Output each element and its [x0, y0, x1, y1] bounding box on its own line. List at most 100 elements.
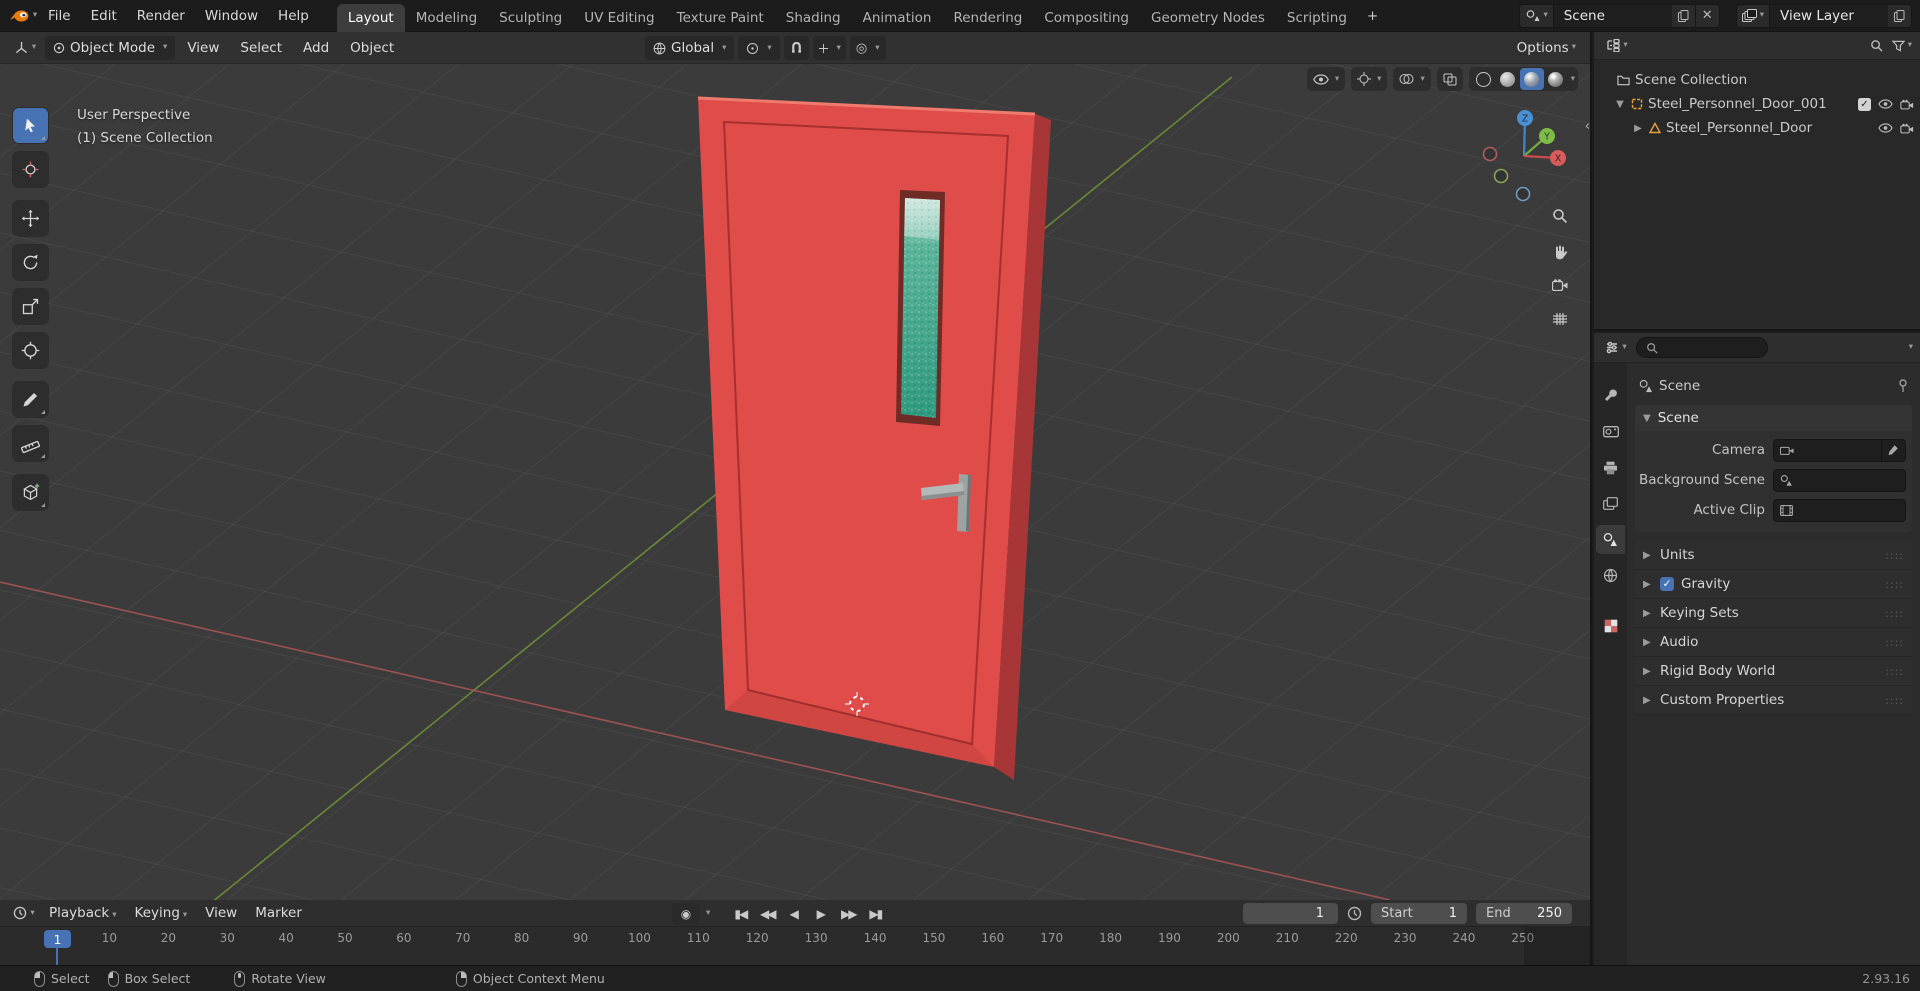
tab-render[interactable]: [1596, 417, 1625, 446]
snap-settings-dropdown[interactable]: ▾: [812, 36, 846, 60]
menu-edit[interactable]: Edit: [81, 4, 127, 28]
scene-panel-header[interactable]: ▼ Scene: [1635, 405, 1912, 431]
navigation-gizmo[interactable]: Z Y X: [1482, 110, 1567, 202]
outliner-filter-icon[interactable]: ▾: [1891, 40, 1912, 52]
play-reverse-button[interactable]: ◀: [782, 907, 806, 921]
panel-gravity[interactable]: ▶ ✓ Gravity ::::: [1635, 570, 1912, 599]
gravity-checkbox[interactable]: ✓: [1660, 577, 1674, 591]
menu-add[interactable]: Add: [294, 37, 338, 59]
sidebar-collapse-arrow[interactable]: ‹: [1585, 119, 1590, 134]
panel-drag-dots[interactable]: ::::: [1885, 636, 1904, 649]
editor-type-button[interactable]: ▾: [8, 36, 42, 60]
menu-render[interactable]: Render: [127, 4, 195, 28]
end-frame-field[interactable]: End 250: [1476, 902, 1572, 924]
move-tool[interactable]: [13, 201, 48, 236]
panel-drag-dots[interactable]: ::::: [1885, 578, 1904, 591]
jump-to-start-button[interactable]: ▮◀: [728, 907, 752, 921]
menu-select[interactable]: Select: [231, 37, 291, 59]
outliner-row-door[interactable]: ▶ Steel_Personnel_Door: [1594, 116, 1920, 140]
keying-dropdown-arrow[interactable]: ▾: [706, 909, 710, 918]
menu-help[interactable]: Help: [268, 4, 319, 28]
panel-custom-properties[interactable]: ▶ Custom Properties ::::: [1635, 686, 1912, 715]
scale-tool[interactable]: [13, 289, 48, 324]
panel-drag-dots[interactable]: ::::: [1885, 665, 1904, 678]
select-box-tool[interactable]: [13, 108, 48, 143]
prev-keyframe-button[interactable]: ◀◀: [755, 907, 779, 921]
object-type-visibility-dropdown[interactable]: ▾: [1306, 67, 1346, 91]
shading-wireframe-button[interactable]: [1472, 68, 1496, 90]
measure-tool[interactable]: [13, 426, 48, 461]
tab-texture[interactable]: [1596, 611, 1625, 640]
mode-dropdown[interactable]: Object Mode ▾: [45, 35, 176, 60]
background-scene-field[interactable]: [1773, 468, 1906, 492]
menu-marker[interactable]: Marker: [246, 902, 311, 924]
start-frame-field[interactable]: Start 1: [1371, 902, 1467, 924]
tab-world[interactable]: [1596, 561, 1625, 590]
next-keyframe-button[interactable]: ▶▶: [836, 907, 860, 921]
render-visibility-camera-icon[interactable]: [1900, 99, 1914, 110]
shading-material-preview-button[interactable]: [1519, 68, 1544, 90]
panel-drag-dots[interactable]: ::::: [1885, 549, 1904, 562]
jump-to-end-button[interactable]: ▶▮: [863, 907, 887, 921]
tab-view-layer[interactable]: [1596, 489, 1625, 518]
tab-tool[interactable]: [1596, 381, 1625, 410]
overlays-dropdown[interactable]: ▾: [1393, 67, 1431, 91]
camera-view-button[interactable]: [1546, 271, 1573, 298]
tab-output[interactable]: [1596, 453, 1625, 482]
transform-orientation-dropdown[interactable]: Global ▾: [645, 36, 735, 60]
workspace-tab[interactable]: Layout: [336, 3, 405, 32]
panel-keying-sets[interactable]: ▶ Keying Sets ::::: [1635, 599, 1912, 628]
menu-timeline-view[interactable]: View: [196, 902, 246, 924]
workspace-tab[interactable]: Rendering: [942, 4, 1033, 32]
tab-scene[interactable]: [1596, 525, 1625, 554]
playhead[interactable]: 1: [44, 930, 71, 948]
annotate-tool[interactable]: [13, 382, 48, 417]
camera-field[interactable]: [1773, 438, 1906, 462]
proportional-editing-dropdown[interactable]: ◎ ▾: [849, 36, 886, 60]
panel-rigid-body-world[interactable]: ▶ Rigid Body World ::::: [1635, 657, 1912, 686]
properties-filter-button[interactable]: ▾: [1906, 343, 1913, 352]
options-dropdown[interactable]: Options ▾: [1517, 40, 1582, 56]
outliner-editor-type-button[interactable]: ▾: [1602, 35, 1632, 57]
view-layer-name-field[interactable]: View Layer: [1770, 3, 1888, 28]
pin-icon[interactable]: [1898, 379, 1908, 393]
menu-keying[interactable]: Keying ▾: [126, 902, 197, 924]
panel-drag-dots[interactable]: ::::: [1885, 694, 1904, 707]
transform-tool[interactable]: [13, 333, 48, 368]
shading-solid-button[interactable]: [1496, 68, 1520, 90]
add-primitive-tool[interactable]: [13, 475, 48, 510]
selectability-checkbox[interactable]: ✓: [1858, 97, 1871, 111]
eyedropper-button[interactable]: [1881, 439, 1899, 461]
menu-window[interactable]: Window: [195, 4, 268, 28]
gizmo-x-neg-axis[interactable]: [1482, 146, 1498, 162]
rotate-tool[interactable]: [13, 245, 48, 280]
menu-view[interactable]: View: [178, 37, 228, 59]
visibility-eye-icon[interactable]: [1878, 99, 1893, 109]
snap-toggle[interactable]: [783, 36, 809, 60]
new-view-layer-button[interactable]: [1888, 3, 1912, 28]
zoom-button[interactable]: [1546, 202, 1573, 229]
play-button[interactable]: ▶: [809, 907, 833, 921]
auto-keying-button[interactable]: ◉: [672, 902, 700, 925]
add-workspace-button[interactable]: +: [1358, 2, 1387, 30]
workspace-tab[interactable]: Modeling: [405, 4, 488, 32]
menu-file[interactable]: File: [38, 4, 81, 28]
menu-object[interactable]: Object: [341, 37, 403, 59]
xray-toggle[interactable]: [1436, 67, 1463, 91]
workspace-tab[interactable]: Shading: [775, 4, 852, 32]
panel-audio[interactable]: ▶ Audio ::::: [1635, 628, 1912, 657]
workspace-tab[interactable]: Scripting: [1276, 4, 1358, 32]
cursor-tool[interactable]: [13, 152, 48, 187]
blender-logo-icon[interactable]: ▾: [8, 4, 38, 28]
viewport-canvas[interactable]: ▾ ▾ ▾ ▾ User Perspective (1) Scene Colle…: [0, 64, 1590, 900]
menu-playback[interactable]: Playback ▾: [40, 902, 126, 924]
workspace-tab[interactable]: Geometry Nodes: [1140, 4, 1276, 32]
properties-editor-type-button[interactable]: ▾: [1601, 337, 1631, 359]
unlink-scene-button[interactable]: ✕: [1695, 3, 1720, 28]
new-scene-button[interactable]: [1671, 3, 1696, 28]
pan-hand-button[interactable]: [1546, 238, 1573, 265]
outliner-row-door-001[interactable]: ▼ Steel_Personnel_Door_001 ✓: [1594, 92, 1920, 116]
current-frame-field[interactable]: 1: [1243, 902, 1338, 924]
workspace-tab[interactable]: Animation: [852, 4, 943, 32]
workspace-tab[interactable]: UV Editing: [573, 4, 665, 32]
